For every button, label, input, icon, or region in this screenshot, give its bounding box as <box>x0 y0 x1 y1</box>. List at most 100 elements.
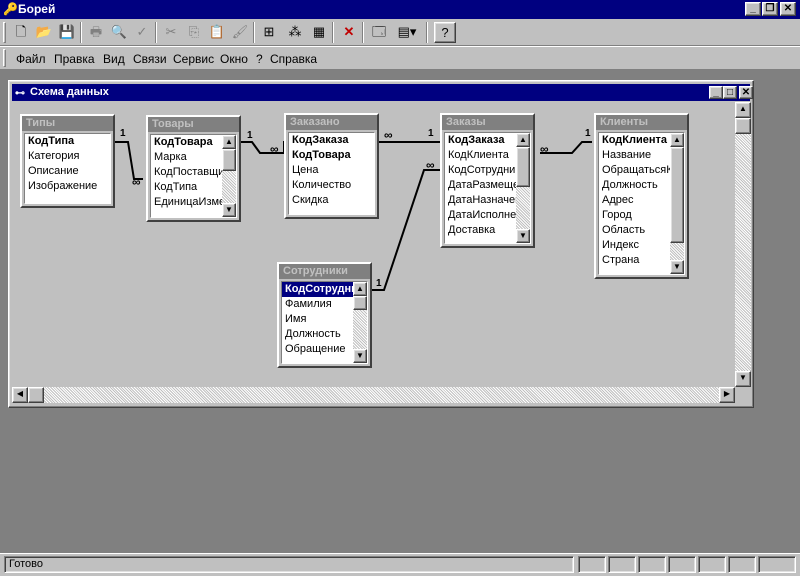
new-icon[interactable]: 🗋 <box>10 22 32 43</box>
menu-tools[interactable]: Сервис <box>173 52 214 66</box>
scroll-up-icon[interactable]: ▲ <box>353 282 367 296</box>
spelling-icon[interactable]: ✓ <box>131 22 153 43</box>
field-item[interactable]: КодТовара <box>289 148 374 163</box>
field-item[interactable]: ОбращатьсяК <box>599 163 671 178</box>
preview-icon[interactable]: 🔍 <box>108 22 130 43</box>
table-employees[interactable]: Сотрудники КодСотрудника Фамилия Имя Дол… <box>277 262 372 368</box>
field-item[interactable]: КодТовара <box>151 135 223 150</box>
scroll-thumb[interactable] <box>222 149 236 171</box>
close-button[interactable]: ✕ <box>780 2 796 16</box>
field-item[interactable]: Название <box>599 148 671 163</box>
window-horizontal-scrollbar[interactable]: ◀ ▶ <box>12 387 735 403</box>
copy-icon[interactable]: ⎘ <box>183 22 205 43</box>
child-minimize-button[interactable]: _ <box>709 86 723 99</box>
scroll-up-icon[interactable]: ▲ <box>516 133 530 147</box>
table-orders[interactable]: Заказы КодЗаказа КодКлиента КодСотрудник… <box>440 113 535 248</box>
menu-file[interactable]: Файл <box>16 52 46 66</box>
show-table-icon[interactable]: ⊞ <box>258 22 280 43</box>
table-title[interactable]: Сотрудники <box>279 264 370 279</box>
table-title[interactable]: Заказано <box>286 115 377 130</box>
field-item[interactable]: Должность <box>599 178 671 193</box>
field-item[interactable]: Описание <box>25 164 110 179</box>
scroll-thumb[interactable] <box>516 147 530 187</box>
menu-grip[interactable] <box>3 49 6 67</box>
open-icon[interactable]: 📂 <box>33 22 55 43</box>
menu-relationships[interactable]: Связи <box>133 52 167 66</box>
scroll-up-icon[interactable]: ▲ <box>222 135 236 149</box>
field-item[interactable]: Фамилия <box>282 297 354 312</box>
scroll-down-icon[interactable]: ▼ <box>222 203 236 217</box>
table-goods[interactable]: Товары КодТовара Марка КодПоставщика Код… <box>146 115 241 222</box>
cut-icon[interactable]: ✂ <box>160 22 182 43</box>
child-close-button[interactable]: ✕ <box>739 86 753 99</box>
format-painter-icon[interactable]: 🖌 <box>229 22 251 43</box>
scroll-thumb[interactable] <box>28 387 44 403</box>
vertical-scrollbar[interactable]: ▲ ▼ <box>670 133 684 274</box>
field-item[interactable]: Страна <box>599 253 671 268</box>
child-maximize-button[interactable]: □ <box>723 86 737 99</box>
table-title[interactable]: Заказы <box>442 115 533 130</box>
help-icon[interactable]: ? <box>434 22 456 43</box>
scroll-down-icon[interactable]: ▼ <box>670 260 684 274</box>
scroll-down-icon[interactable]: ▼ <box>735 371 751 387</box>
new-object-icon[interactable]: ▤▾ <box>392 22 422 43</box>
delete-icon[interactable]: ✕ <box>338 22 360 43</box>
table-ordered[interactable]: Заказано КодЗаказа КодТовара Цена Количе… <box>284 113 379 219</box>
field-item[interactable]: КодЗаказа <box>445 133 517 148</box>
menu-help[interactable]: Справка <box>270 52 317 66</box>
size-grip-icon[interactable] <box>735 387 751 403</box>
menu-window[interactable]: Окно <box>220 52 248 66</box>
scroll-up-icon[interactable]: ▲ <box>670 133 684 147</box>
vertical-scrollbar[interactable]: ▲ ▼ <box>516 133 530 243</box>
field-item[interactable]: КодКлиента <box>445 148 517 163</box>
toolbar-grip[interactable] <box>3 22 6 43</box>
field-item[interactable]: ДатаНазначения <box>445 193 517 208</box>
field-item[interactable]: ДатаИсполнения <box>445 208 517 223</box>
minimize-button[interactable]: _ <box>745 2 761 16</box>
print-icon[interactable]: 🖶 <box>85 22 107 43</box>
relationships-canvas[interactable]: 1 ∞ 1 ∞ ∞ 1 ∞ 1 1 ∞ Типы КодТипа Категор… <box>12 102 748 387</box>
field-item[interactable]: Индекс <box>599 238 671 253</box>
scroll-thumb[interactable] <box>735 118 751 134</box>
paste-icon[interactable]: 📋 <box>206 22 228 43</box>
field-item[interactable]: Город <box>599 208 671 223</box>
field-item[interactable]: КодКлиента <box>599 133 671 148</box>
menu-help-symbol[interactable]: ? <box>256 52 263 66</box>
vertical-scrollbar[interactable]: ▲ ▼ <box>353 282 367 363</box>
field-item[interactable]: Адрес <box>599 193 671 208</box>
field-item[interactable]: Доставка <box>445 223 517 238</box>
field-item[interactable]: КодПоставщика <box>151 165 223 180</box>
menu-view[interactable]: Вид <box>103 52 125 66</box>
scroll-right-icon[interactable]: ▶ <box>719 387 735 403</box>
scroll-left-icon[interactable]: ◀ <box>12 387 28 403</box>
field-item[interactable]: КодЗаказа <box>289 133 374 148</box>
database-window-icon[interactable]: 🗔 <box>368 22 390 43</box>
table-title[interactable]: Товары <box>148 117 239 132</box>
table-title[interactable]: Клиенты <box>596 115 687 130</box>
scroll-down-icon[interactable]: ▼ <box>353 349 367 363</box>
field-item[interactable]: КодТипа <box>151 180 223 195</box>
scroll-thumb[interactable] <box>353 296 367 310</box>
field-item[interactable]: КодТипа <box>25 134 110 149</box>
scroll-up-icon[interactable]: ▲ <box>735 102 751 118</box>
restore-button[interactable]: ❐ <box>762 2 778 16</box>
window-vertical-scrollbar[interactable]: ▲ ▼ <box>735 102 751 387</box>
scroll-down-icon[interactable]: ▼ <box>516 229 530 243</box>
save-icon[interactable]: 💾 <box>56 22 78 43</box>
field-item[interactable]: ДатаРазмещения <box>445 178 517 193</box>
menu-edit[interactable]: Правка <box>54 52 95 66</box>
field-item[interactable]: Скидка <box>289 193 374 208</box>
field-item[interactable]: Марка <box>151 150 223 165</box>
field-item[interactable]: Категория <box>25 149 110 164</box>
direct-relationships-icon[interactable]: ⁂ <box>284 22 306 43</box>
table-clients[interactable]: Клиенты КодКлиента Название ОбращатьсяК … <box>594 113 689 279</box>
table-title[interactable]: Типы <box>22 116 113 131</box>
field-item[interactable]: Имя <box>282 312 354 327</box>
field-item[interactable]: Область <box>599 223 671 238</box>
field-item[interactable]: Должность <box>282 327 354 342</box>
scroll-thumb[interactable] <box>670 147 684 243</box>
field-item[interactable]: Обращение <box>282 342 354 357</box>
all-relationships-icon[interactable]: ▦ <box>308 22 330 43</box>
table-types[interactable]: Типы КодТипа Категория Описание Изображе… <box>20 114 115 208</box>
field-item[interactable]: Количество <box>289 178 374 193</box>
